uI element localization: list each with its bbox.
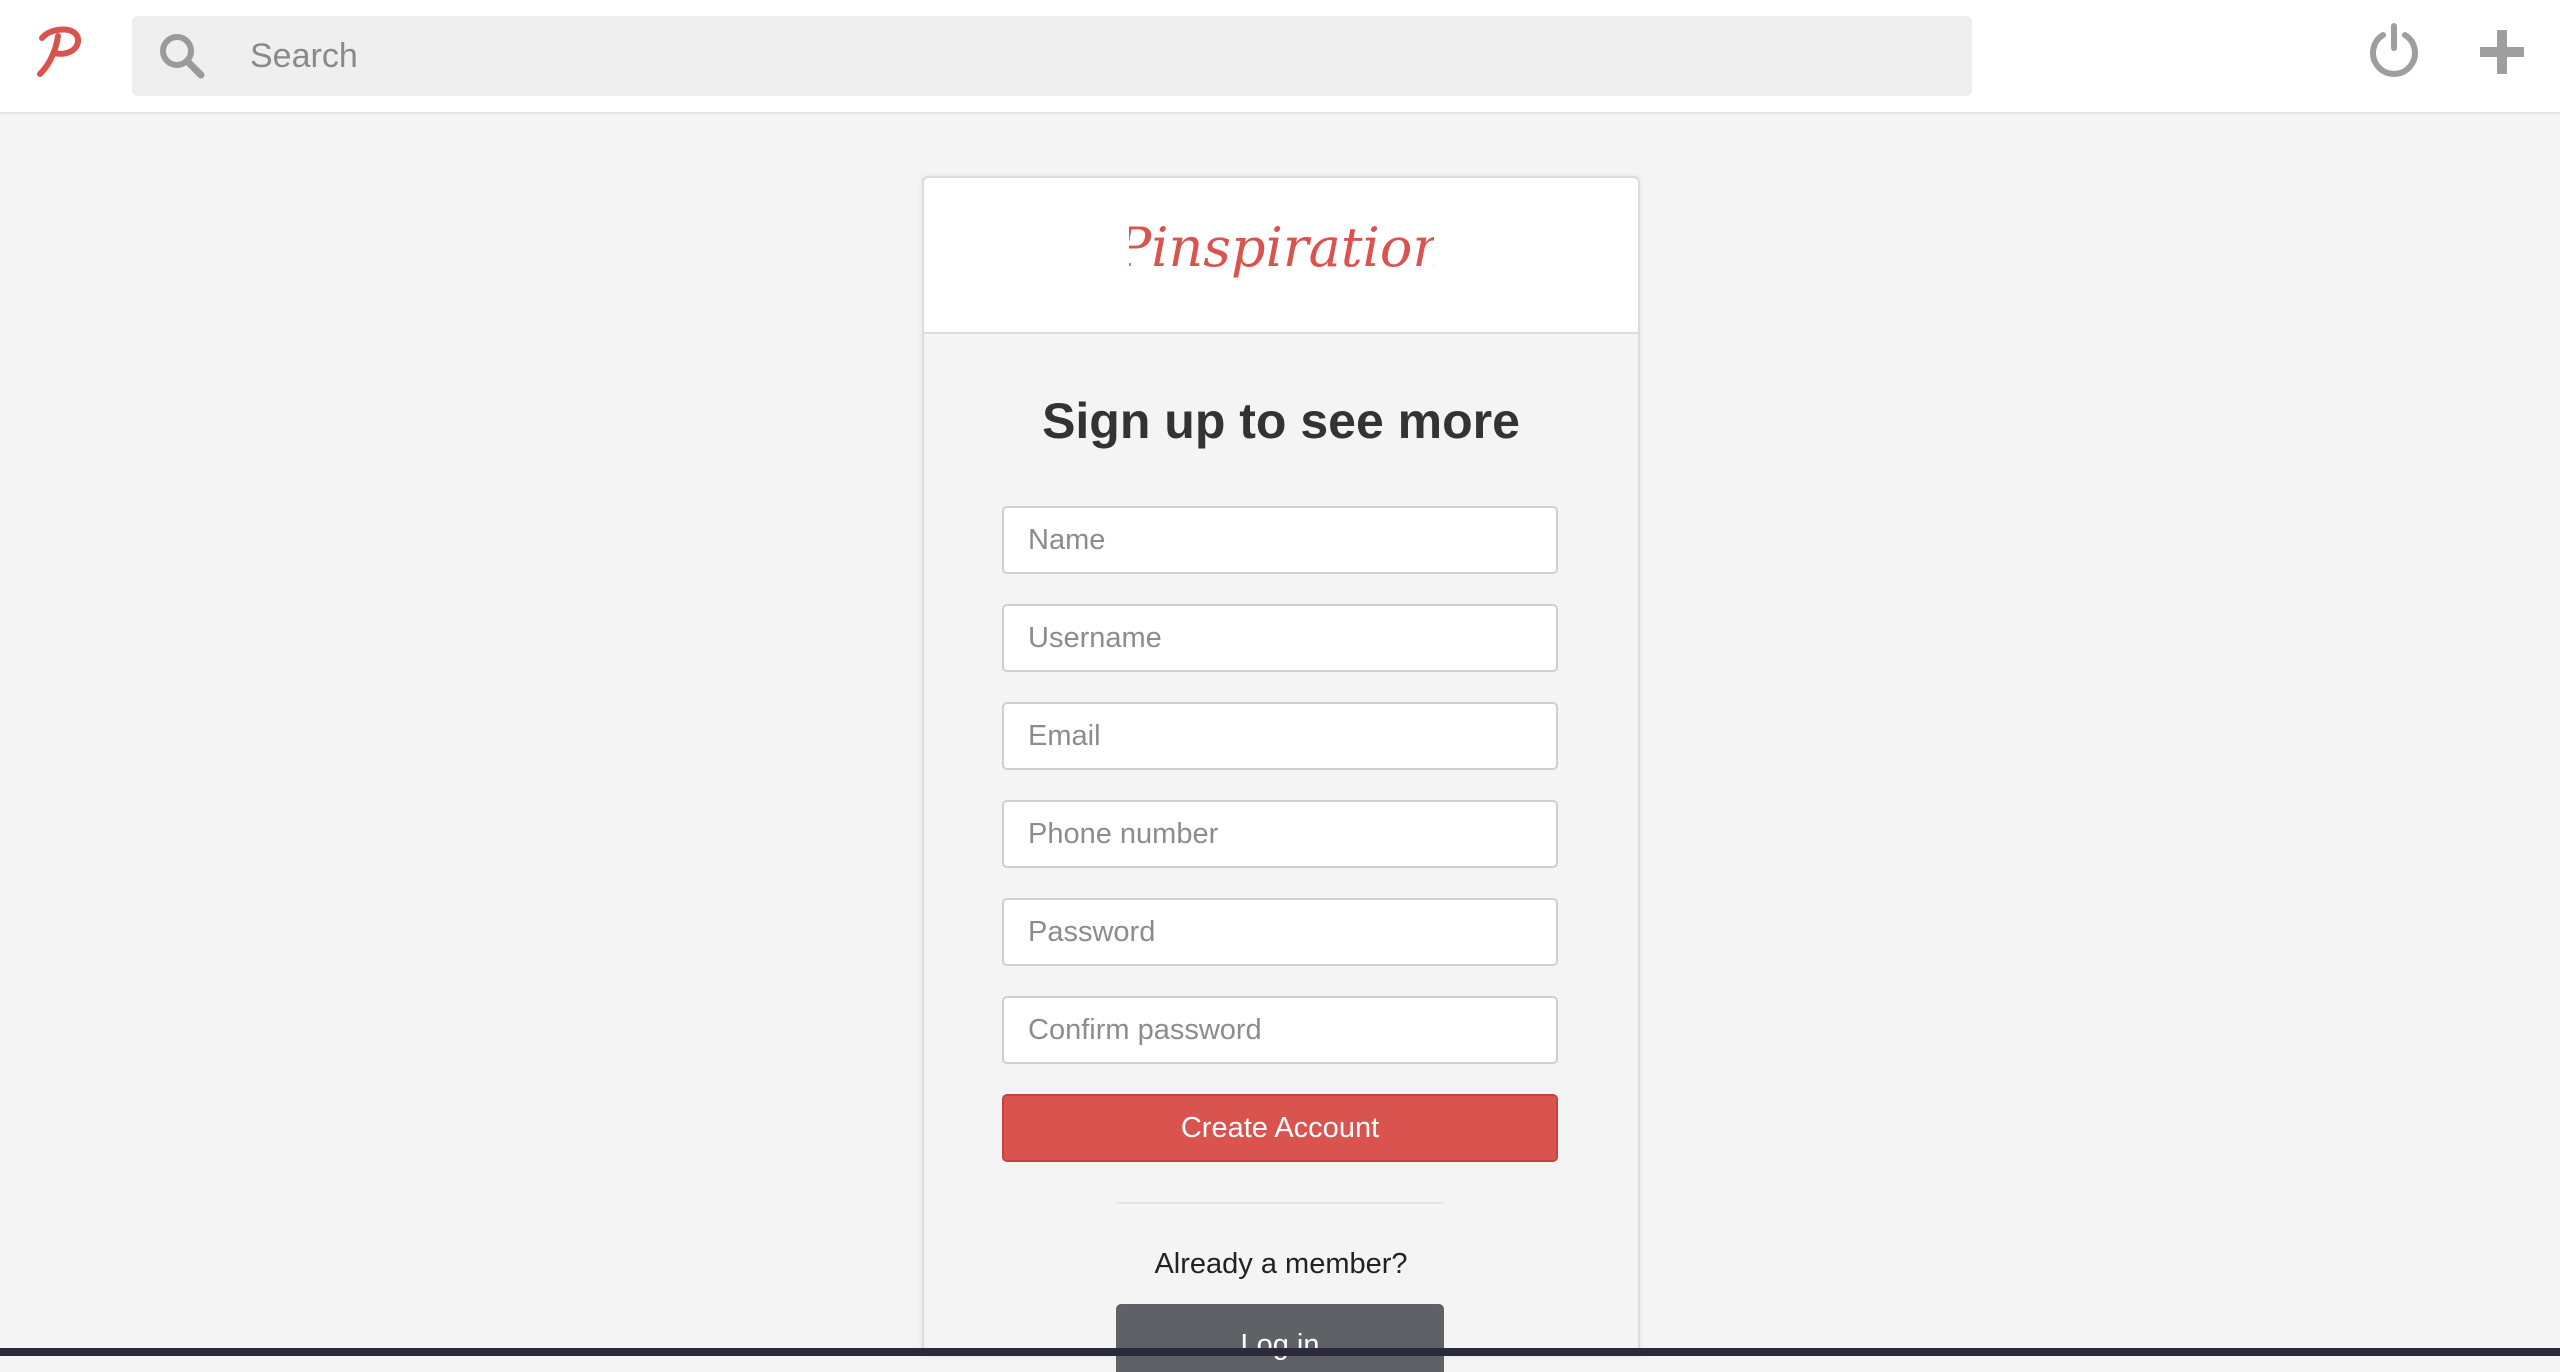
card-header: Pinspiration <box>924 178 1638 334</box>
signup-heading: Sign up to see more <box>1042 393 1520 449</box>
search-bar[interactable] <box>132 16 1972 96</box>
email-field[interactable] <box>1002 702 1558 770</box>
already-member-text: Already a member? <box>1154 1248 1408 1280</box>
create-account-button[interactable]: Create Account <box>1002 1094 1558 1162</box>
username-field[interactable] <box>1002 604 1558 672</box>
search-input[interactable] <box>244 16 1944 96</box>
phone-field[interactable] <box>1002 800 1558 868</box>
divider <box>1116 1202 1444 1204</box>
name-field[interactable] <box>1002 506 1558 574</box>
confirm-password-field[interactable] <box>1002 996 1558 1064</box>
search-icon <box>160 34 205 79</box>
power-icon[interactable] <box>2366 22 2422 78</box>
pinspiration-logo-icon[interactable] <box>28 18 92 82</box>
password-field[interactable] <box>1002 898 1558 966</box>
top-navbar <box>0 0 2560 114</box>
brand-wordmark-text: Pinspiration <box>1129 216 1434 279</box>
window-bottom-edge <box>0 1348 2560 1356</box>
pinspiration-wordmark-logo: Pinspiration <box>1129 216 1434 279</box>
login-button[interactable]: Log in <box>1116 1304 1444 1372</box>
plus-icon[interactable] <box>2476 26 2528 78</box>
